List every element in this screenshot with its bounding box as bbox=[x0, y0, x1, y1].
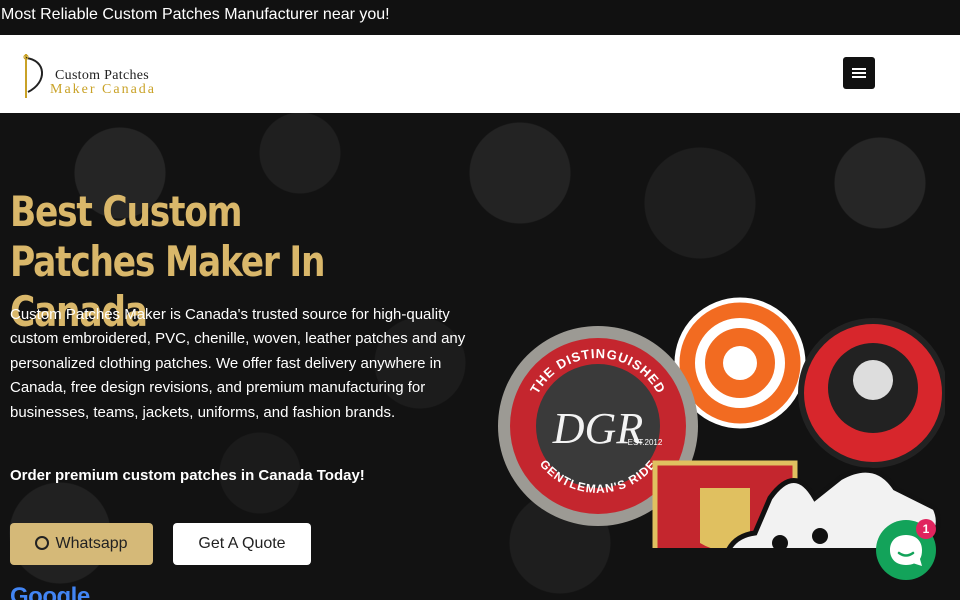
patch-year: EST.2012 bbox=[628, 438, 663, 447]
get-quote-button-label: Get A Quote bbox=[198, 535, 286, 552]
whatsapp-icon bbox=[35, 536, 50, 550]
announcement-text: Most Reliable Custom Patches Manufacture… bbox=[1, 6, 390, 23]
hero-description: Custom Patches Maker is Canada's trusted… bbox=[10, 306, 466, 421]
custom-patches-image: THE DISTINGUISHED GENTLEMAN'S RIDE DGR E… bbox=[498, 297, 945, 548]
logo-needle-icon bbox=[23, 54, 43, 98]
site-header: Custom Patches Maker Canada bbox=[0, 35, 960, 113]
logo-text-secondary: Maker Canada bbox=[50, 82, 157, 97]
chat-notification-badge: 1 bbox=[916, 519, 936, 539]
get-quote-button[interactable]: Get A Quote bbox=[173, 523, 311, 565]
google-reviews-logo: Google bbox=[10, 583, 90, 600]
announcement-bar: Most Reliable Custom Patches Manufacture… bbox=[0, 0, 960, 35]
hamburger-menu-button[interactable] bbox=[843, 57, 875, 89]
hamburger-icon bbox=[852, 68, 866, 70]
whatsapp-button[interactable]: Whatsapp bbox=[10, 523, 153, 565]
hero-section: Best Custom Patches Maker In Canada Cust… bbox=[0, 113, 960, 600]
hero-cta-text: Order premium custom patches in Canada T… bbox=[10, 467, 365, 484]
whatsapp-button-label: Whatsapp bbox=[55, 535, 128, 552]
site-logo[interactable]: Custom Patches Maker Canada bbox=[20, 52, 210, 100]
